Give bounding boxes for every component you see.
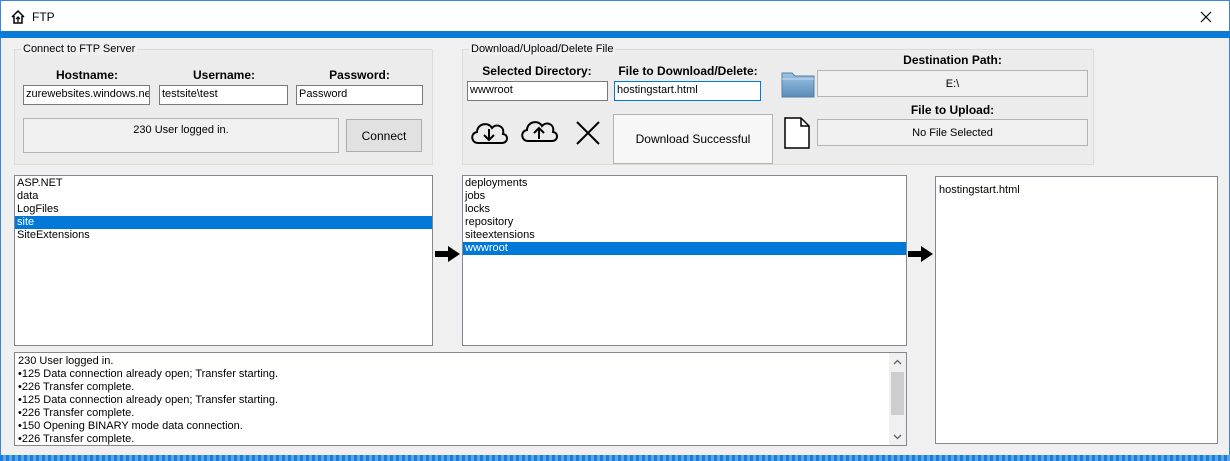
arrow-right-icon	[435, 246, 460, 262]
password-input[interactable]: Password	[296, 85, 423, 105]
title-bar: FTP	[0, 0, 1230, 31]
window-title: FTP	[32, 10, 55, 24]
list-item-selected[interactable]: site	[15, 216, 432, 229]
scroll-up-button[interactable]	[889, 353, 906, 370]
connect-status-panel: 230 User logged in.	[23, 118, 339, 153]
folder-icon[interactable]	[781, 68, 815, 98]
log-line: •125 Data connection already open; Trans…	[18, 368, 279, 380]
username-input[interactable]: testsite\test	[159, 85, 288, 105]
transfer-status-panel: Download Successful	[613, 114, 773, 164]
selected-directory-label: Selected Directory:	[482, 64, 592, 78]
connect-group-legend: Connect to FTP Server	[21, 43, 138, 55]
destination-path-value: E:\	[945, 77, 960, 90]
cloud-upload-icon[interactable]	[518, 115, 560, 147]
list-item-selected[interactable]: wwwroot	[463, 242, 906, 255]
transfer-group-legend: Download/Upload/Delete File	[469, 43, 616, 55]
list-item[interactable]: repository	[463, 216, 906, 229]
log-line: •226 Transfer complete.	[18, 433, 135, 445]
transfer-status-text: Download Successful	[635, 132, 751, 146]
list-item[interactable]: siteextensions	[463, 229, 906, 242]
list-item[interactable]: SiteExtensions	[15, 229, 432, 242]
log-scrollbar[interactable]	[889, 353, 906, 445]
list-item[interactable]: locks	[463, 203, 906, 216]
file-list[interactable]: hostingstart.html	[935, 176, 1218, 444]
password-label: Password:	[329, 68, 390, 82]
accent-bar	[0, 31, 1230, 38]
x-delete-icon[interactable]	[575, 120, 601, 146]
close-button[interactable]	[1181, 1, 1230, 32]
username-label: Username:	[192, 68, 256, 82]
file-icon[interactable]	[783, 116, 811, 150]
log-line: •226 Transfer complete.	[18, 407, 135, 419]
connect-button[interactable]: Connect	[346, 119, 422, 152]
subdirectory-list[interactable]: deployments jobs locks repository siteex…	[462, 175, 907, 346]
list-item[interactable]: jobs	[463, 190, 906, 203]
cloud-download-icon[interactable]	[468, 117, 510, 149]
hostname-label: Hostname:	[55, 68, 118, 82]
file-to-upload-value: No File Selected	[912, 126, 993, 139]
list-item[interactable]: hostingstart.html	[937, 184, 1217, 197]
file-to-download-label: File to Download/Delete:	[618, 64, 758, 78]
list-item[interactable]: LogFiles	[15, 203, 432, 216]
log-line: •125 Data connection already open; Trans…	[18, 394, 279, 406]
destination-path-label: Destination Path:	[903, 53, 1002, 67]
list-item[interactable]: deployments	[463, 177, 906, 190]
file-to-upload-panel[interactable]: No File Selected	[817, 119, 1088, 146]
file-to-download-input[interactable]: hostingstart.html	[614, 81, 761, 101]
file-to-upload-label: File to Upload:	[910, 103, 995, 117]
chevron-up-icon	[893, 359, 902, 364]
chevron-down-icon	[893, 434, 902, 439]
connect-status-text: 230 User logged in.	[133, 124, 229, 136]
log-line: 230 User logged in.	[18, 355, 114, 367]
home-upload-icon	[11, 9, 25, 24]
log-line: •226 Transfer complete.	[18, 381, 135, 393]
scroll-thumb[interactable]	[891, 372, 904, 415]
hostname-input[interactable]: zurewebsites.windows.net	[23, 85, 150, 105]
selected-directory-input[interactable]: wwwroot	[467, 81, 608, 101]
list-item[interactable]: data	[15, 190, 432, 203]
log-textbox[interactable]: 230 User logged in. •125 Data connection…	[14, 352, 907, 446]
close-icon	[1200, 11, 1212, 22]
log-line: •150 Opening BINARY mode data connection…	[18, 420, 243, 432]
list-item[interactable]: ASP.NET	[15, 177, 432, 190]
arrow-right-icon	[908, 246, 933, 262]
root-directory-list[interactable]: ASP.NET data LogFiles site SiteExtension…	[14, 175, 433, 346]
scroll-down-button[interactable]	[889, 428, 906, 445]
destination-path-panel[interactable]: E:\	[817, 70, 1088, 97]
bottom-border	[0, 455, 1230, 461]
